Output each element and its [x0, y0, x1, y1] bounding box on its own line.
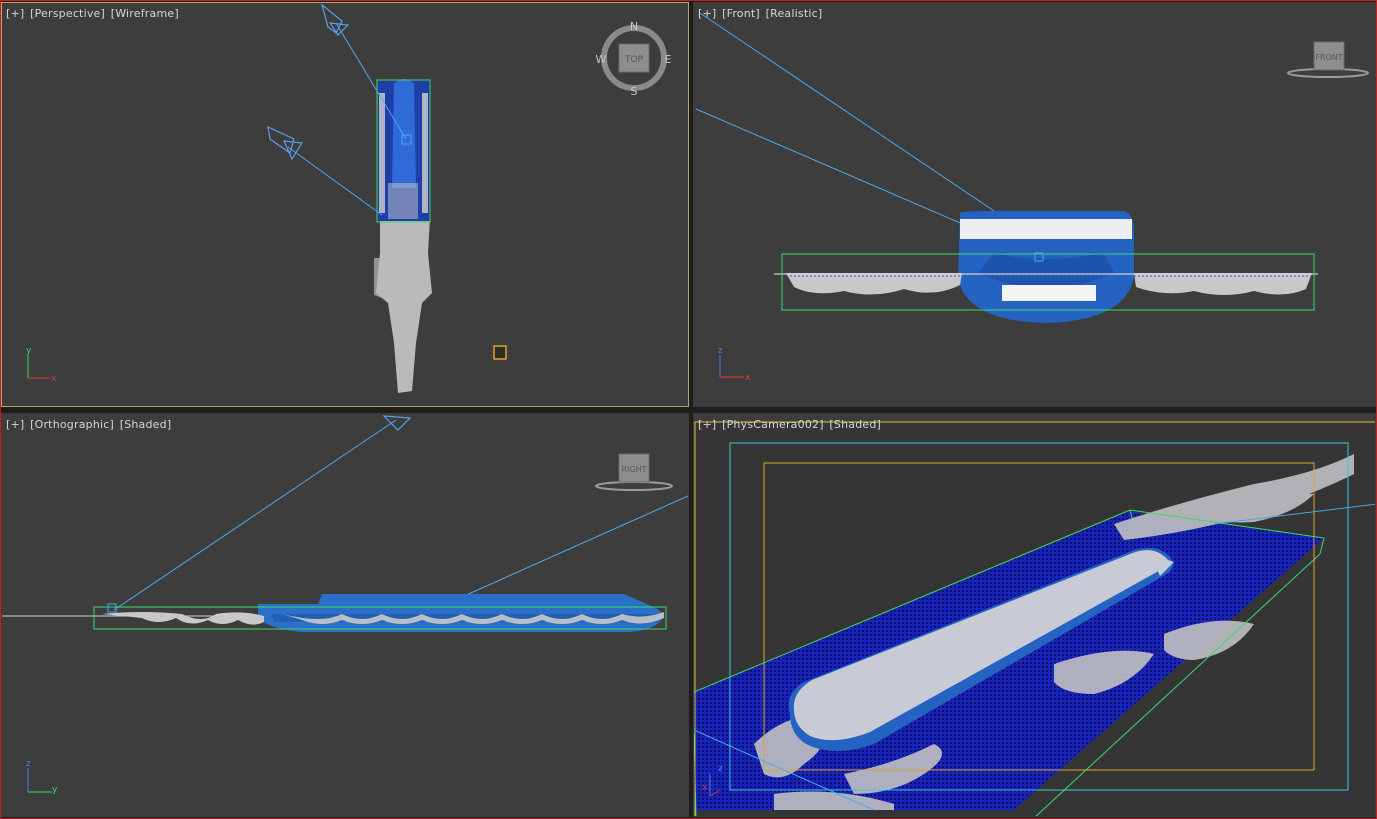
- viewcube-top-label: TOP: [624, 55, 644, 65]
- viewport-label: [+] [Front] [Realistic]: [698, 7, 824, 20]
- compass-west: W: [596, 53, 607, 66]
- perspective-scene: TOP N E S W y x: [26, 3, 672, 393]
- viewport-camera[interactable]: z x [+] [PhysCamera002] [Shaded]: [693, 413, 1376, 817]
- camera-line-2: [287, 146, 383, 216]
- axis-label-vert: z: [26, 759, 31, 769]
- compass-north: N: [630, 20, 638, 33]
- viewport-orthographic[interactable]: RIGHT z y [+] [Orthographic] [Shaded]: [1, 413, 689, 817]
- camera-target[interactable]: [107, 603, 117, 613]
- viewport-menu-plus[interactable]: [+]: [6, 418, 24, 431]
- camera-line-1: [699, 12, 1001, 216]
- viewport-view-menu[interactable]: [PhysCamera002]: [722, 418, 824, 431]
- viewport-label: [+] [Orthographic] [Shaded]: [6, 418, 173, 431]
- viewcube-right-label: RIGHT: [621, 465, 646, 474]
- viewport-view-menu[interactable]: [Perspective]: [30, 7, 105, 20]
- ship-deck-top: [392, 79, 416, 188]
- camera-icon[interactable]: [267, 125, 304, 161]
- viewcube[interactable]: FRONT: [1287, 41, 1369, 78]
- viewport-view-menu[interactable]: [Orthographic]: [30, 418, 114, 431]
- viewport-shading-menu[interactable]: [Shaded]: [829, 418, 881, 431]
- axis-label-horiz: y: [52, 785, 58, 795]
- camera-scene: z x: [694, 421, 1375, 816]
- camera-line-1: [113, 419, 397, 611]
- light-icon[interactable]: [493, 345, 507, 360]
- viewport-view-menu[interactable]: [Front]: [722, 7, 760, 20]
- axis-label-vert: y: [26, 346, 32, 356]
- viewcube[interactable]: RIGHT: [595, 453, 673, 491]
- viewport-label: [+] [Perspective] [Wireframe]: [6, 7, 181, 20]
- axis-label-vert: z: [718, 764, 723, 774]
- axis-tripod: z x: [718, 346, 751, 383]
- axis-tripod: z y: [26, 759, 58, 795]
- viewport-menu-plus[interactable]: [+]: [6, 7, 24, 20]
- compass-east: E: [665, 53, 672, 66]
- front-scene: FRONT z x: [695, 12, 1369, 383]
- wake-foam: [374, 218, 432, 393]
- viewport-perspective[interactable]: TOP N E S W y x [+] [Perspective] [Wiref…: [1, 2, 689, 407]
- viewcube-front-label: FRONT: [1315, 53, 1342, 62]
- axis-label-vert: z: [718, 346, 723, 356]
- camera-line-2: [463, 495, 688, 597]
- camera-icon[interactable]: [382, 415, 412, 431]
- viewport-layout: TOP N E S W y x [+] [Perspective] [Wiref…: [0, 0, 1377, 819]
- axis-label-horiz: x: [51, 374, 57, 384]
- ship-deck-front: [960, 219, 1132, 239]
- viewport-label: [+] [PhysCamera002] [Shaded]: [698, 418, 883, 431]
- viewport-shading-menu[interactable]: [Realistic]: [766, 7, 823, 20]
- viewcube-compass[interactable]: TOP N E S W: [596, 20, 672, 98]
- viewport-front[interactable]: FRONT z x [+] [Front] [Realistic]: [693, 2, 1376, 407]
- orthographic-scene: RIGHT z y: [2, 415, 688, 795]
- ship-waterline-front: [1002, 285, 1096, 301]
- axis-label-horiz: x: [745, 373, 751, 383]
- compass-south: S: [631, 85, 638, 98]
- viewport-menu-plus[interactable]: [+]: [698, 418, 716, 431]
- axis-label-horiz: x: [702, 783, 708, 793]
- camera-icon[interactable]: [320, 3, 350, 36]
- viewport-menu-plus[interactable]: [+]: [698, 7, 716, 20]
- ship-hull-side: [258, 594, 664, 632]
- viewport-shading-menu[interactable]: [Shaded]: [120, 418, 172, 431]
- viewport-shading-menu[interactable]: [Wireframe]: [111, 7, 179, 20]
- axis-tripod: y x: [26, 346, 57, 384]
